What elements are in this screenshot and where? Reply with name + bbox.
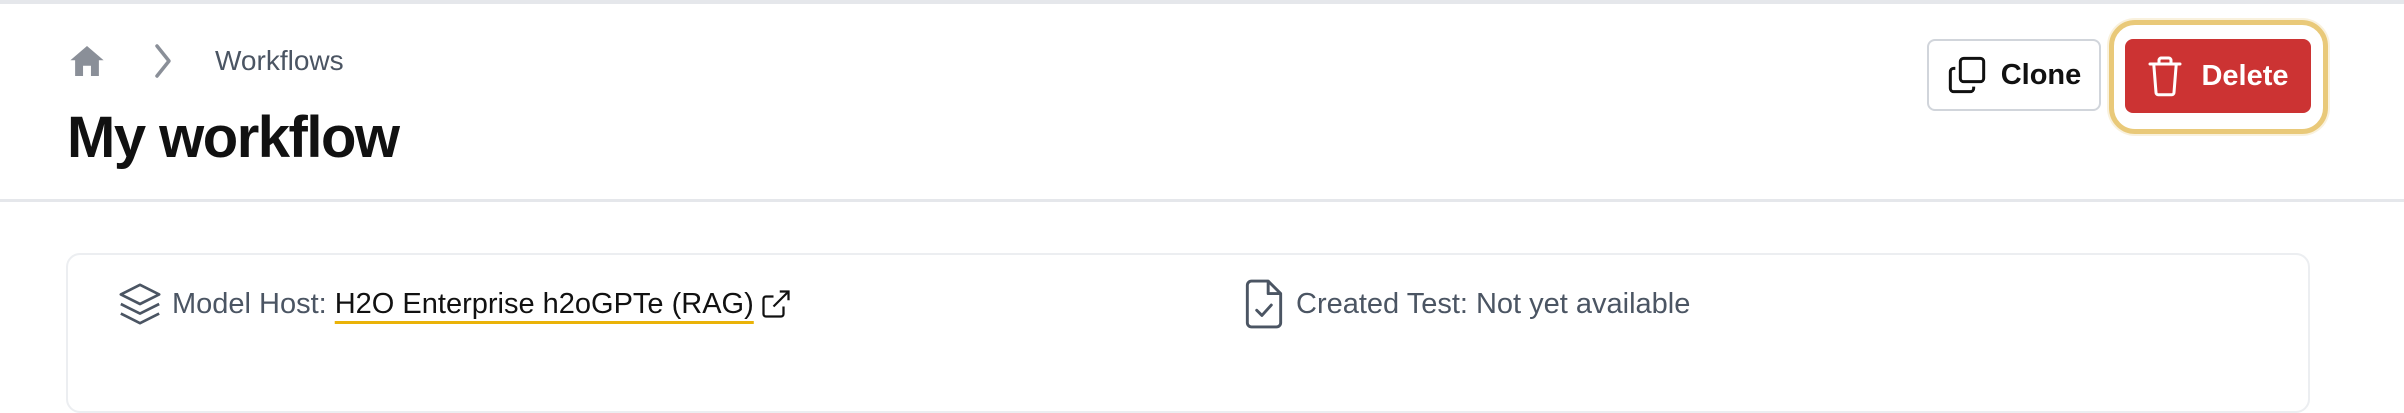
page-title: My workflow xyxy=(67,105,400,170)
external-link-icon[interactable] xyxy=(760,288,792,320)
clone-button-label: Clone xyxy=(2000,58,2082,91)
page-header: Workflows My workflow Clone Delete xyxy=(0,4,2404,202)
home-icon xyxy=(70,45,104,77)
copy-icon xyxy=(1948,56,1985,94)
breadcrumb-workflows[interactable]: Workflows xyxy=(215,45,344,77)
created-test-info: Created Test: Not yet available xyxy=(1240,279,1690,329)
model-host-link[interactable]: H2O Enterprise h2oGPTe (RAG) xyxy=(335,288,754,321)
model-host-info: Model Host: H2O Enterprise h2oGPTe (RAG) xyxy=(116,279,792,329)
main-content: Model Host: H2O Enterprise h2oGPTe (RAG)… xyxy=(0,205,2404,413)
chevron-right-icon xyxy=(155,44,171,78)
workflow-info-card: Model Host: H2O Enterprise h2oGPTe (RAG)… xyxy=(66,253,2310,413)
created-test-label: Created Test: xyxy=(1296,287,1468,320)
file-check-icon xyxy=(1240,279,1288,329)
delete-button-label: Delete xyxy=(2201,59,2289,92)
created-test-value: Not yet available xyxy=(1475,287,1691,320)
breadcrumb-home[interactable] xyxy=(67,41,107,81)
breadcrumb: Workflows xyxy=(67,36,344,86)
clone-button[interactable]: Clone xyxy=(1927,39,2101,111)
trash-icon xyxy=(2148,56,2182,97)
breadcrumb-separator xyxy=(151,41,175,81)
model-host-label: Model Host: xyxy=(172,287,327,320)
delete-button[interactable]: Delete xyxy=(2125,39,2311,113)
layers-icon xyxy=(116,280,164,328)
